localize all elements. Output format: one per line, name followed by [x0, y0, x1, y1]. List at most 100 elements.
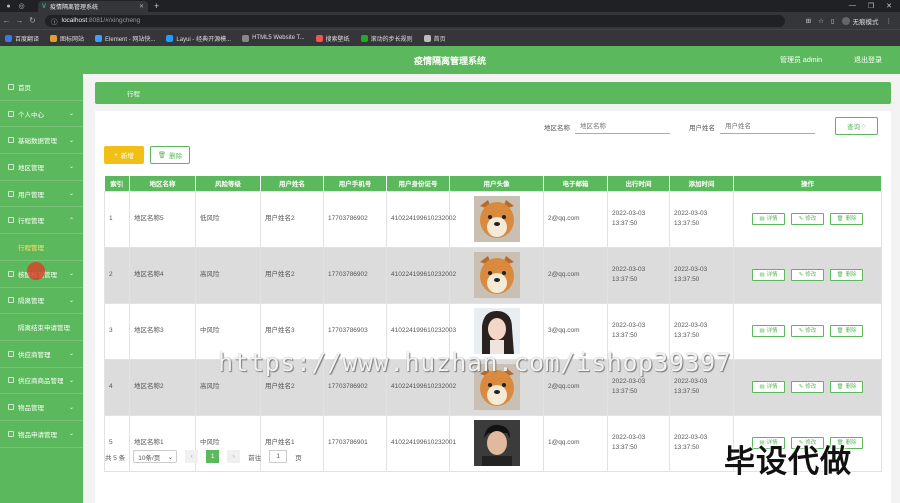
- bookmark-item[interactable]: 搜索壁纸: [315, 34, 350, 43]
- profile-button[interactable]: 无痕模式: [841, 16, 879, 26]
- browser-tab[interactable]: V 疫情隔离管理系统 ✕: [38, 1, 148, 12]
- sidebar-item-home[interactable]: 首页: [0, 74, 83, 101]
- delete-label: 删除: [845, 384, 857, 390]
- area-search-input[interactable]: [575, 120, 670, 134]
- delete-button[interactable]: 🗑 删除: [830, 213, 863, 225]
- prev-page-button[interactable]: ‹: [185, 450, 199, 463]
- sidebar-subitem-travel[interactable]: 行程管理: [0, 234, 83, 261]
- url-field[interactable]: ⓘ localhost:8081/#/xingcheng: [45, 14, 785, 27]
- add-button[interactable]: + 新增: [104, 146, 144, 164]
- detail-icon: ▤: [759, 216, 765, 222]
- detail-button[interactable]: ▤ 详情: [752, 269, 785, 281]
- bookmark-item[interactable]: 图标网站: [50, 34, 84, 43]
- id-number-cell: 410224199610232002: [386, 246, 456, 304]
- new-tab-icon[interactable]: +: [154, 1, 159, 11]
- sidebar-item-label: 物品申请管理: [18, 431, 57, 439]
- url-host: localhost: [61, 17, 88, 24]
- edit-button[interactable]: ✎ 修改: [791, 381, 824, 393]
- sidebar-item-travel[interactable]: 行程管理 ⌃: [0, 207, 83, 235]
- app-header: 疫情隔离管理系统 管理员 admin 退出登录: [0, 46, 900, 74]
- address-bar-row: ← → ↻ ⓘ localhost:8081/#/xingcheng ⊞ ☆ ▯…: [0, 12, 900, 29]
- menu-icon: [8, 110, 14, 117]
- email-cell: 1@qq.com: [543, 414, 608, 472]
- column-header[interactable]: 索引: [104, 176, 130, 191]
- travel-table: 索引 地区名称 风险等级 用户姓名 用户手机号 用户身份证号 用户头像 电子邮箱…: [104, 176, 882, 472]
- bookmark-item[interactable]: 滚动的步长规则: [360, 34, 413, 43]
- bookmark-label: 图标网站: [60, 36, 85, 43]
- user-search-input[interactable]: [720, 120, 815, 134]
- translate-icon[interactable]: ⊞: [806, 17, 811, 25]
- sidebar-item-supplier[interactable]: 供应商管理 ⌄: [0, 341, 83, 368]
- breadcrumb-label: 行程: [127, 91, 140, 98]
- column-header[interactable]: 用户头像: [449, 176, 544, 191]
- current-user: 管理员 admin: [779, 57, 822, 64]
- area-search-label: 地区名称: [544, 125, 570, 132]
- delete-button[interactable]: 🗑 删除: [830, 381, 863, 393]
- next-page-button[interactable]: ›: [227, 450, 241, 463]
- table-row: 2 地区名称4 高风险 用户姓名2 17703786902 410224199610232…: [104, 246, 882, 304]
- minimize-icon[interactable]: —: [849, 2, 856, 10]
- risk-cell: 低风险: [195, 190, 261, 248]
- column-header[interactable]: 用户身份证号: [386, 176, 450, 191]
- detail-button[interactable]: ▤ 详情: [752, 325, 785, 337]
- back-tabs-icon[interactable]: ●: [4, 2, 13, 11]
- forward-icon[interactable]: →: [13, 16, 26, 25]
- sidebar-item-base-data[interactable]: 基础数据管理 ⌄: [0, 127, 83, 155]
- tab-close-icon[interactable]: ✕: [139, 3, 144, 10]
- sidebar-item-goods-apply[interactable]: 物品申请管理 ⌄: [0, 421, 83, 448]
- column-header[interactable]: 电子邮箱: [543, 176, 608, 191]
- detail-button[interactable]: ▤ 详情: [752, 381, 785, 393]
- menu-icon[interactable]: ⋮: [886, 17, 893, 25]
- query-button[interactable]: 查询 ○: [835, 117, 878, 135]
- bookmark-item[interactable]: 百度翻译: [5, 34, 39, 43]
- column-header[interactable]: 风险等级: [195, 176, 261, 191]
- batch-delete-button[interactable]: 🗑 删除: [150, 146, 190, 164]
- column-header[interactable]: 添加时间: [669, 176, 734, 191]
- logout-link[interactable]: 退出登录: [854, 55, 882, 65]
- reload-icon[interactable]: ↻: [26, 16, 39, 25]
- edit-button[interactable]: ✎ 修改: [791, 213, 824, 225]
- pagination: 共 5 条 10条/页 ⌄ ‹ 1 › 前往 1 页: [105, 450, 302, 463]
- chevron-down-icon: ⌄: [68, 404, 74, 411]
- sidebar-item-goods[interactable]: 物品管理 ⌄: [0, 394, 83, 421]
- maximize-icon[interactable]: ❐: [868, 2, 874, 10]
- column-header[interactable]: 地区名称: [129, 176, 196, 191]
- bookmark-item[interactable]: Element - 网站快...: [95, 34, 155, 43]
- bookmark-item[interactable]: Layui - 经典开源模...: [166, 34, 231, 43]
- chevron-down-icon: ⌄: [68, 191, 74, 198]
- tab-search-icon[interactable]: ◎: [17, 2, 26, 11]
- page-size-select[interactable]: 10条/页 ⌄: [133, 450, 178, 463]
- bookmark-label: 滚动的步长规则: [370, 36, 413, 43]
- menu-icon: [8, 217, 14, 224]
- bookmark-star-icon[interactable]: ☆: [818, 17, 824, 25]
- sidebar-item-isolation-end[interactable]: 隔离结束申请管理: [0, 314, 83, 341]
- delete-button[interactable]: 🗑 删除: [830, 269, 863, 281]
- back-icon[interactable]: ←: [0, 16, 13, 25]
- edit-icon: ✎: [798, 328, 804, 334]
- page-size-value: 10条/页: [138, 454, 161, 462]
- close-window-icon[interactable]: ✕: [886, 2, 892, 10]
- sidebar-item-profile[interactable]: 个人中心 ⌄: [0, 101, 83, 128]
- chevron-down-icon: ⌄: [68, 351, 74, 358]
- sidebar-item-users[interactable]: 用户管理 ⌄: [0, 181, 83, 208]
- bookmark-item[interactable]: HTML5 Website T...: [242, 34, 305, 42]
- page-number-current[interactable]: 1: [206, 450, 220, 463]
- sidebar-item-supplier-goods[interactable]: 供应商商品管理 ⌄: [0, 368, 83, 395]
- edit-button[interactable]: ✎ 修改: [791, 325, 824, 337]
- column-header[interactable]: 用户手机号: [323, 176, 387, 191]
- chevron-down-icon: ⌄: [68, 111, 74, 118]
- travel-time-cell: 2022-03-03 13:37:50: [607, 414, 670, 472]
- area-cell: 地区名称3: [129, 302, 196, 360]
- bookmark-icon: [423, 34, 431, 42]
- detail-label: 详情: [766, 272, 778, 278]
- sidepanel-icon[interactable]: ▯: [831, 17, 835, 25]
- sidebar-item-area[interactable]: 地区管理 ⌄: [0, 154, 83, 181]
- column-header[interactable]: 用户姓名: [260, 176, 324, 191]
- detail-button[interactable]: ▤ 详情: [752, 213, 785, 225]
- sidebar-item-isolation[interactable]: 隔离管理 ⌄: [0, 288, 83, 315]
- delete-button[interactable]: 🗑 删除: [830, 325, 863, 337]
- column-header[interactable]: 出行时间: [607, 176, 670, 191]
- bookmark-item[interactable]: 首页: [423, 34, 446, 43]
- goto-page-input[interactable]: 1: [269, 450, 288, 463]
- edit-button[interactable]: ✎ 修改: [791, 269, 824, 281]
